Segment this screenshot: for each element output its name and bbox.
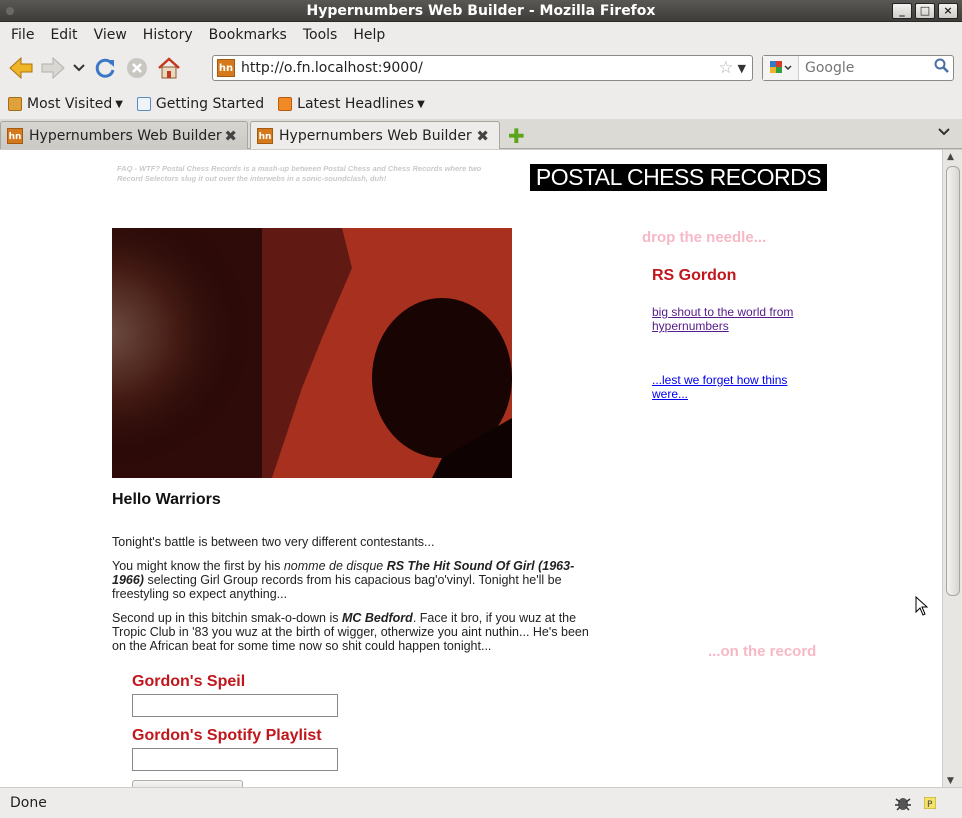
spotify-playlist-label: Gordon's Spotify Playlist	[132, 727, 322, 744]
submit-button[interactable]	[132, 780, 243, 787]
tab-hypernumbers-2[interactable]: hn Hypernumbers Web Builder ✖	[250, 121, 500, 150]
back-arrow-icon	[9, 56, 33, 80]
yslow-icon[interactable]: P	[923, 796, 937, 813]
maximize-button[interactable]: □	[915, 3, 935, 19]
menu-bar: File Edit View History Bookmarks Tools H…	[0, 22, 962, 47]
site-logo: POSTAL CHESS RECORDS	[530, 164, 827, 191]
home-button[interactable]	[154, 53, 184, 83]
search-icon[interactable]	[931, 58, 953, 78]
close-tab-icon[interactable]: ✖	[476, 127, 489, 145]
minimize-button[interactable]: _	[892, 3, 912, 19]
menu-edit[interactable]: Edit	[42, 27, 85, 43]
reload-button[interactable]	[90, 53, 120, 83]
bookmark-latest-headlines[interactable]: Latest Headlines ▼	[278, 96, 425, 112]
hero-image	[112, 228, 512, 478]
selector-name: RS Gordon	[652, 267, 737, 284]
menu-history[interactable]: History	[135, 27, 201, 43]
hero-photo	[112, 228, 512, 478]
url-dropdown-icon[interactable]: ▼	[738, 62, 746, 75]
shout-link[interactable]: big shout to the world from hypernumbers	[652, 305, 812, 333]
menu-view[interactable]: View	[86, 27, 135, 43]
forward-button[interactable]	[38, 53, 68, 83]
bookmark-label: Getting Started	[155, 96, 265, 112]
bookmark-label: Latest Headlines	[297, 96, 415, 112]
close-button[interactable]: ×	[938, 3, 958, 19]
search-bar	[762, 55, 954, 81]
window-title: Hypernumbers Web Builder - Mozilla Firef…	[306, 3, 656, 19]
chevron-down-icon: ▼	[417, 98, 425, 110]
speil-input[interactable]	[132, 694, 338, 717]
window-menu-icon[interactable]	[6, 7, 14, 15]
stop-button[interactable]	[122, 53, 152, 83]
vertical-scrollbar[interactable]: ▲ ▼	[942, 150, 962, 787]
scroll-down-icon[interactable]: ▼	[947, 776, 954, 786]
menu-help[interactable]: Help	[345, 27, 393, 43]
folder-rss-icon	[8, 97, 22, 111]
intro-paragraph: Tonight's battle is between two very dif…	[112, 535, 604, 549]
stop-icon	[127, 58, 147, 78]
firebug-icon[interactable]	[894, 795, 912, 815]
menu-bookmarks[interactable]: Bookmarks	[201, 27, 295, 43]
web-page: FAQ - WTF? Postal Chess Records is a mas…	[0, 150, 942, 787]
contestant-two-paragraph: Second up in this bitchin smak-o-down is…	[112, 611, 604, 653]
page-viewport: FAQ - WTF? Postal Chess Records is a mas…	[0, 149, 962, 787]
bookmarks-toolbar: Most Visited ▼ Getting Started Latest He…	[0, 89, 962, 119]
para-italic: nomme de disque	[283, 559, 384, 573]
status-icons: P	[894, 795, 937, 815]
url-text[interactable]: http://o.fn.localhost:9000/	[241, 60, 718, 76]
bookmark-star-icon[interactable]: ☆	[718, 58, 733, 78]
on-the-record-heading: ...on the record	[708, 643, 817, 660]
spotify-playlist-input[interactable]	[132, 748, 338, 771]
tab-favicon-icon: hn	[257, 128, 273, 144]
forward-arrow-icon	[41, 56, 65, 80]
chevron-down-icon	[73, 64, 85, 72]
search-engine-selector[interactable]	[763, 56, 799, 80]
bookmark-label: Most Visited	[27, 96, 113, 112]
rss-icon	[278, 97, 293, 111]
para-text: selecting Girl Group records from his ca…	[112, 573, 562, 601]
scroll-up-icon[interactable]: ▲	[947, 152, 954, 162]
new-tab-icon[interactable]: ✚	[508, 124, 525, 148]
chevron-down-icon: ▼	[115, 98, 123, 110]
intro-text: Tonight's battle is between two very dif…	[112, 535, 435, 549]
home-icon	[158, 57, 180, 79]
menu-tools[interactable]: Tools	[295, 27, 346, 43]
lest-we-forget-link[interactable]: ...lest we forget how thins were...	[652, 373, 812, 401]
back-button[interactable]	[6, 53, 36, 83]
status-bar: Done P	[0, 787, 962, 818]
para-text: You might know the first by his	[112, 559, 284, 573]
search-input[interactable]	[799, 60, 931, 76]
bookmark-most-visited[interactable]: Most Visited ▼	[8, 96, 123, 112]
window-titlebar: Hypernumbers Web Builder - Mozilla Firef…	[0, 0, 962, 22]
google-logo-icon	[769, 61, 792, 73]
url-bar[interactable]: hn http://o.fn.localhost:9000/ ☆ ▼	[212, 55, 753, 81]
tab-label: Hypernumbers Web Builder	[29, 127, 222, 144]
mouse-cursor-icon	[915, 596, 929, 616]
page-icon	[136, 97, 151, 111]
faq-text: FAQ - WTF? Postal Chess Records is a mas…	[117, 164, 482, 183]
contestant-two-name: MC Bedford	[341, 611, 413, 625]
site-favicon-icon: hn	[217, 59, 235, 77]
scrollbar-thumb[interactable]	[946, 166, 960, 596]
window-controls: _ □ ×	[892, 3, 958, 19]
menu-file[interactable]: File	[3, 27, 42, 43]
tab-favicon-icon: hn	[7, 127, 23, 144]
tab-list-chevron-icon[interactable]	[938, 125, 950, 139]
tab-hypernumbers-1[interactable]: hn Hypernumbers Web Builder ✖	[0, 121, 248, 149]
svg-text:P: P	[927, 800, 933, 809]
navigation-toolbar: hn http://o.fn.localhost:9000/ ☆ ▼	[0, 47, 962, 89]
close-tab-icon[interactable]: ✖	[224, 127, 237, 145]
history-dropdown-button[interactable]	[70, 53, 88, 83]
status-text: Done	[10, 795, 47, 811]
drop-the-needle-heading: drop the needle...	[642, 229, 767, 246]
tab-label: Hypernumbers Web Builder	[279, 128, 472, 144]
para-text: Second up in this bitchin smak-o-down is	[112, 611, 342, 625]
page-heading: Hello Warriors	[112, 491, 221, 508]
tab-strip: hn Hypernumbers Web Builder ✖ hn Hypernu…	[0, 119, 962, 150]
contestant-one-paragraph: You might know the first by his nomme de…	[112, 559, 604, 601]
reload-icon	[95, 58, 115, 78]
speil-label: Gordon's Speil	[132, 673, 246, 690]
bookmark-getting-started[interactable]: Getting Started	[136, 96, 265, 112]
